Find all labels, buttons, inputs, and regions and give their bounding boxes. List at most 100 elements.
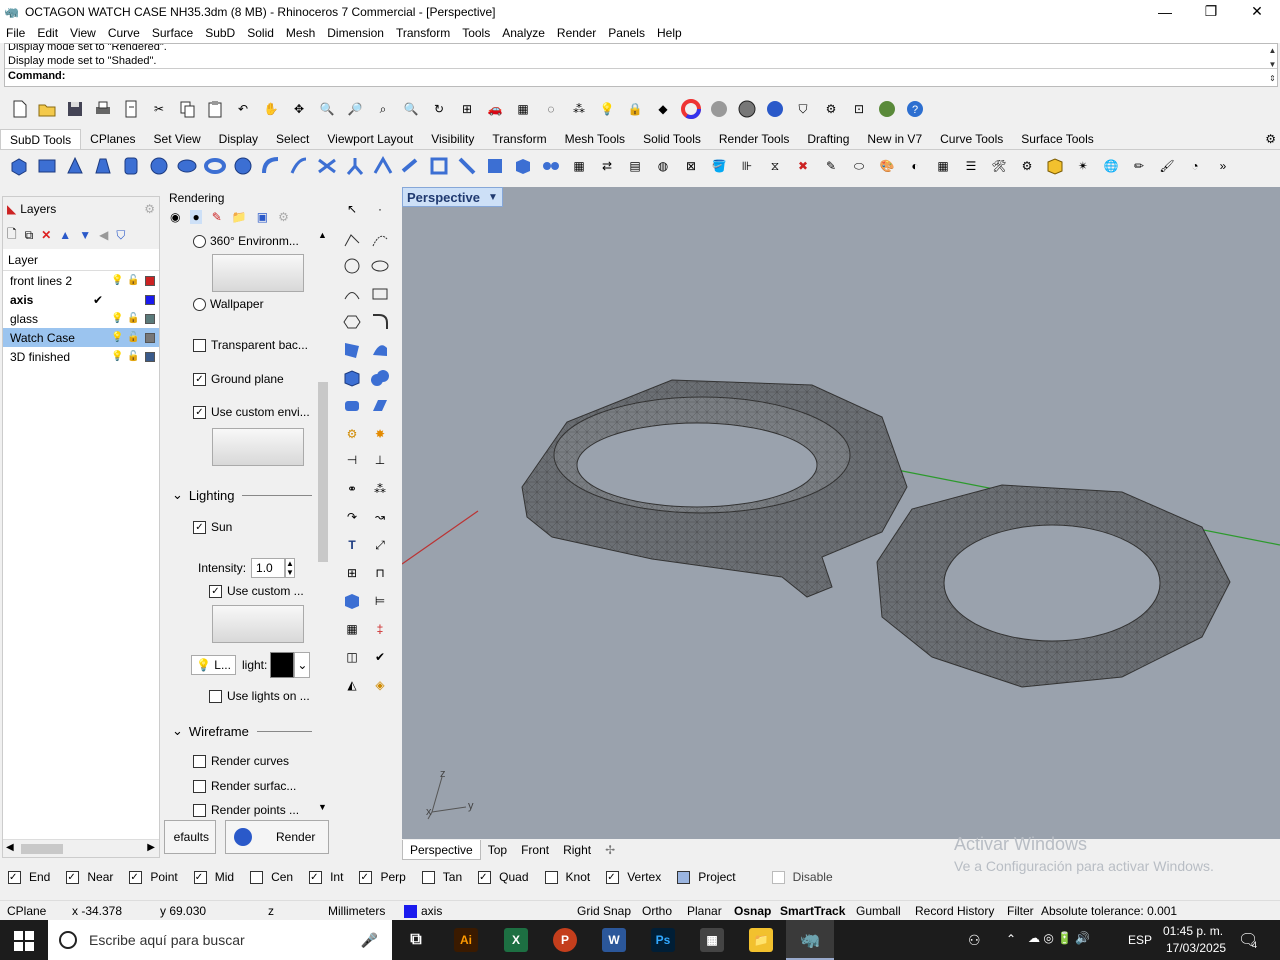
menu-panels[interactable]: Panels bbox=[602, 26, 651, 40]
subd-slide-icon[interactable]: ⇄ bbox=[594, 153, 620, 179]
material-icon[interactable]: ◆ bbox=[650, 96, 676, 122]
subd-cone-icon[interactable] bbox=[62, 153, 88, 179]
subd-box-icon[interactable] bbox=[6, 153, 32, 179]
move-left-icon[interactable]: ◀ bbox=[99, 228, 108, 242]
scroll-thumb[interactable] bbox=[318, 382, 328, 562]
subd-smooth-icon[interactable]: ◐ bbox=[902, 153, 928, 179]
osnap-mid[interactable]: ✓ Mid bbox=[193, 870, 242, 884]
tab-display[interactable]: Display bbox=[210, 129, 267, 149]
osnap-int[interactable]: ✓ Int bbox=[309, 870, 351, 884]
subd-network-icon[interactable]: ✴ bbox=[1070, 153, 1096, 179]
word-icon[interactable]: W bbox=[602, 928, 626, 952]
subd-sphere-icon[interactable] bbox=[146, 153, 172, 179]
layout-panels-icon[interactable]: ◫ bbox=[340, 645, 364, 669]
add-viewport-icon[interactable]: ✢ bbox=[598, 840, 622, 860]
rotate-view-icon[interactable]: ↻ bbox=[426, 96, 452, 122]
subd-box-yellow-icon[interactable] bbox=[1042, 153, 1068, 179]
subd-pen-icon[interactable]: ✎ bbox=[818, 153, 844, 179]
osnap-near[interactable]: ✓ Near bbox=[66, 870, 121, 884]
zoom-icon[interactable]: 🔍 bbox=[314, 96, 340, 122]
tab-select[interactable]: Select bbox=[267, 129, 318, 149]
layer-row[interactable]: 3D finished 💡 🔓 bbox=[3, 347, 159, 366]
record-history-toggle[interactable]: Record History bbox=[915, 901, 994, 921]
tab-curve-tools[interactable]: Curve Tools bbox=[931, 129, 1012, 149]
scroll-up-icon[interactable]: ▲ bbox=[318, 230, 327, 240]
menu-solid[interactable]: Solid bbox=[241, 26, 280, 40]
point-icon[interactable]: · bbox=[368, 197, 392, 221]
grid-plane-icon[interactable]: ▦ bbox=[510, 96, 536, 122]
menu-surface[interactable]: Surface bbox=[146, 26, 199, 40]
subd-grid-icon[interactable]: ▦ bbox=[566, 153, 592, 179]
subd-face-icon[interactable] bbox=[426, 153, 452, 179]
menu-curve[interactable]: Curve bbox=[102, 26, 146, 40]
open-file-icon[interactable] bbox=[34, 96, 60, 122]
tab-mesh-tools[interactable]: Mesh Tools bbox=[556, 129, 634, 149]
car-icon[interactable]: 🚗 bbox=[482, 96, 508, 122]
subd-cylinder-icon[interactable] bbox=[118, 153, 144, 179]
people-icon[interactable]: ⚇ bbox=[968, 932, 981, 949]
menu-render[interactable]: Render bbox=[551, 26, 602, 40]
paint-bucket-icon[interactable]: ◈ bbox=[368, 673, 392, 697]
tab-solid-tools[interactable]: Solid Tools bbox=[634, 129, 710, 149]
tab-top[interactable]: Top bbox=[481, 840, 514, 860]
grid-snap-toggle[interactable]: Grid Snap bbox=[577, 901, 631, 921]
excel-icon[interactable]: X bbox=[504, 928, 528, 952]
menu-mesh[interactable]: Mesh bbox=[280, 26, 321, 40]
panel-settings-icon[interactable]: ⚙ bbox=[144, 202, 155, 216]
mesh-surface-icon[interactable] bbox=[368, 394, 392, 418]
tab-new-in-v7[interactable]: New in V7 bbox=[858, 129, 931, 149]
scroll-down-icon[interactable]: ▼ bbox=[1265, 58, 1277, 72]
intensity-input[interactable]: 1.0 bbox=[251, 558, 286, 578]
subd-cylinder2-icon[interactable] bbox=[230, 153, 256, 179]
explode-icon[interactable]: ✸ bbox=[368, 422, 392, 446]
subd-symmetry-icon[interactable]: ⧖ bbox=[762, 153, 788, 179]
subd-branch-icon[interactable] bbox=[342, 153, 368, 179]
tab-transform[interactable]: Transform bbox=[483, 129, 555, 149]
close-button[interactable]: ✕ bbox=[1234, 0, 1280, 23]
env360-radio[interactable]: 360° Environm... bbox=[193, 234, 299, 248]
move-icon[interactable]: ✥ bbox=[286, 96, 312, 122]
options-gear-icon[interactable]: ⚙ bbox=[818, 96, 844, 122]
tab-surface-tools[interactable]: Surface Tools bbox=[1012, 129, 1103, 149]
subd-align-icon[interactable]: ⊪ bbox=[734, 153, 760, 179]
subd-edge-icon[interactable] bbox=[398, 153, 424, 179]
gumball-toggle[interactable]: Gumball bbox=[856, 901, 901, 921]
tab-visibility[interactable]: Visibility bbox=[422, 129, 483, 149]
unlock-icon[interactable]: 🔓 bbox=[127, 351, 139, 362]
osnap-project[interactable]: Project bbox=[677, 870, 743, 884]
subd-globe-icon[interactable]: 🌐 bbox=[1098, 153, 1124, 179]
zoom-extents-icon[interactable]: ⌕ bbox=[370, 96, 396, 122]
layer-color-swatch[interactable] bbox=[145, 275, 155, 286]
osnap-perp[interactable]: ✓ Perp bbox=[359, 870, 413, 884]
move-down-icon[interactable]: ▼ bbox=[79, 228, 91, 242]
new-file-icon[interactable] bbox=[6, 96, 32, 122]
cplane-label[interactable]: CPlane bbox=[7, 901, 46, 921]
osnap-knot[interactable]: Knot bbox=[544, 870, 599, 884]
filter-icon[interactable]: ⛉ bbox=[116, 228, 125, 243]
help-icon[interactable]: ? bbox=[902, 96, 928, 122]
subd-crease-icon[interactable] bbox=[370, 153, 396, 179]
layer-row[interactable]: glass 💡 🔓 bbox=[3, 309, 159, 328]
sphere-wire-icon[interactable] bbox=[734, 96, 760, 122]
clock-date[interactable]: 17/03/2025 bbox=[1166, 941, 1226, 955]
tabs-settings-icon[interactable]: ⚙ bbox=[1261, 129, 1280, 149]
vertical-scrollbar[interactable]: ▲ ▼ bbox=[316, 230, 330, 812]
osnap-end[interactable]: ✓ End bbox=[8, 870, 58, 884]
trim-icon[interactable]: ⊣ bbox=[340, 448, 364, 472]
osnap-cen[interactable]: Cen bbox=[250, 870, 301, 884]
rhino-task-active[interactable]: 🦏 bbox=[786, 920, 834, 960]
layer-row[interactable]: front lines 2 💡 🔓 bbox=[3, 271, 159, 290]
surface-corner-icon[interactable] bbox=[340, 338, 364, 362]
expand-icon[interactable]: ⇕ bbox=[1265, 72, 1277, 86]
dimension-icon[interactable]: ⤢ bbox=[368, 533, 392, 557]
use-custom-checkbox[interactable]: ✓ Use custom ... bbox=[209, 584, 304, 598]
check-icon[interactable]: ✔ bbox=[368, 645, 392, 669]
ghosted-icon[interactable]: ◌ bbox=[538, 96, 564, 122]
defaults-button[interactable]: efaults bbox=[164, 820, 216, 854]
split-icon[interactable]: ⊥ bbox=[368, 448, 392, 472]
rectangle-icon[interactable] bbox=[368, 282, 392, 306]
sphere-gray-icon[interactable] bbox=[706, 96, 732, 122]
lock-icon[interactable]: 🔒 bbox=[622, 96, 648, 122]
osnap-point[interactable]: ✓ Point bbox=[129, 870, 185, 884]
tab-cplanes[interactable]: CPlanes bbox=[81, 129, 144, 149]
